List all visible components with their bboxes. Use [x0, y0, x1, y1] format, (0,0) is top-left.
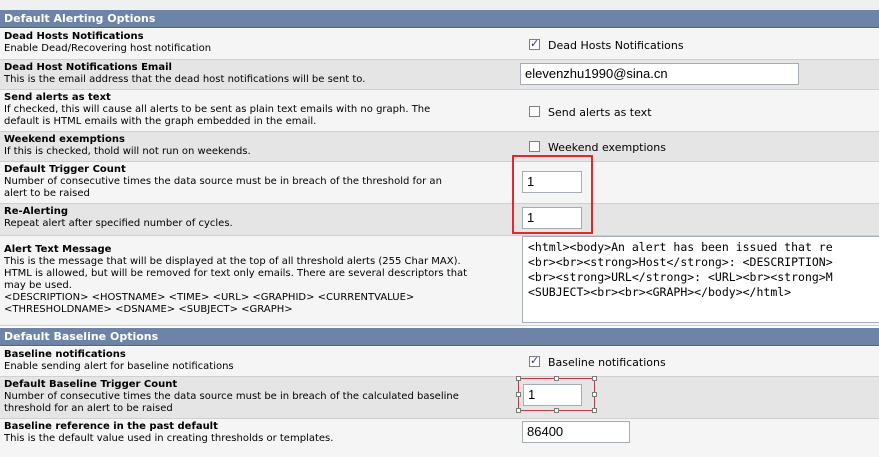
row-desc-line2: default is HTML emails with the graph em… — [4, 116, 317, 127]
baseline-notifications-checkbox-label[interactable]: Baseline notifications — [548, 356, 666, 369]
row-desc: Repeat alert after specified number of c… — [4, 218, 233, 229]
row-title: Dead Hosts Notifications — [4, 31, 144, 42]
baseline-reference-input[interactable]: 86400 — [522, 421, 630, 443]
textarea-line: <html><body>An alert has been issued tha… — [528, 240, 833, 254]
row-desc-line5: <THRESHOLDNAME> <DSNAME> <SUBJECT> <GRAP… — [4, 304, 293, 315]
row-weekend: Weekend exemptions If this is checked, t… — [0, 132, 879, 162]
send-text-checkbox-label[interactable]: Send alerts as text — [548, 106, 652, 119]
row-title: Default Baseline Trigger Count — [4, 379, 178, 390]
row-desc-line1: If checked, this will cause all alerts t… — [4, 104, 431, 115]
highlight-box — [512, 155, 593, 234]
dead-hosts-checkbox-label[interactable]: Dead Hosts Notifications — [548, 39, 684, 52]
row-desc-line2: HTML is allowed, but will be removed for… — [4, 268, 468, 279]
resize-handle[interactable] — [554, 408, 559, 413]
alert-text-textarea[interactable]: <html><body>An alert has been issued tha… — [522, 236, 879, 323]
resize-handle[interactable] — [516, 408, 521, 413]
row-desc: If this is checked, thold will not run o… — [4, 146, 251, 157]
row-send-text: Send alerts as text If checked, this wil… — [0, 90, 879, 132]
top-strip — [0, 0, 879, 10]
resize-handle[interactable] — [516, 392, 521, 397]
row-title: Baseline reference in the past default — [4, 421, 218, 432]
send-text-checkbox[interactable] — [529, 106, 540, 117]
row-realerting: Re-Alerting Repeat alert after specified… — [0, 204, 879, 236]
row-baseline-reference: Baseline reference in the past default T… — [0, 419, 879, 457]
row-desc: This is the default value used in creati… — [4, 433, 334, 444]
row-desc-line1: Number of consecutive times the data sou… — [4, 176, 442, 187]
row-desc-line2: threshold for an alert to be raised — [4, 403, 173, 414]
dead-hosts-checkbox[interactable] — [529, 37, 540, 50]
row-title: Baseline notifications — [4, 349, 126, 360]
row-desc-line3: may be used. — [4, 280, 72, 291]
dead-email-input[interactable]: elevenzhu1990@sina.cn — [520, 63, 799, 85]
row-title: Dead Host Notifications Email — [4, 62, 172, 73]
row-title: Default Trigger Count — [4, 164, 126, 175]
row-dead-hosts: Dead Hosts Notifications Enable Dead/Rec… — [0, 29, 879, 60]
resize-handle[interactable] — [592, 392, 597, 397]
row-dead-email: Dead Host Notifications Email This is th… — [0, 60, 879, 90]
selection-frame — [518, 378, 595, 411]
row-trigger-count: Default Trigger Count Number of consecut… — [0, 162, 879, 204]
row-desc-line4: <DESCRIPTION> <HOSTNAME> <TIME> <URL> <G… — [4, 292, 415, 303]
row-desc-line1: This is the message that will be display… — [4, 256, 461, 267]
row-desc: Enable Dead/Recovering host notification — [4, 43, 212, 54]
weekend-checkbox[interactable] — [529, 141, 540, 152]
row-baseline-trigger: Default Baseline Trigger Count Number of… — [0, 377, 879, 419]
textarea-line: <SUBJECT><br><br><GRAPH></body></html> — [528, 285, 792, 299]
resize-handle[interactable] — [592, 408, 597, 413]
row-baseline-notifications: Baseline notifications Enable sending al… — [0, 347, 879, 377]
row-desc-line1: Number of consecutive times the data sou… — [4, 391, 459, 402]
textarea-line: <br><br><strong>Host</strong>: <DESCRIPT… — [528, 255, 833, 269]
row-title: Send alerts as text — [4, 92, 111, 103]
resize-handle[interactable] — [592, 376, 597, 381]
row-title: Alert Text Message — [4, 244, 112, 255]
baseline-notifications-checkbox[interactable] — [529, 354, 540, 367]
row-desc: Enable sending alert for baseline notifi… — [4, 361, 234, 372]
row-desc: This is the email address that the dead … — [4, 74, 366, 85]
textarea-line: <br><strong>URL</strong>: <URL><br><stro… — [528, 270, 833, 284]
section-header-alerting: Default Alerting Options — [0, 10, 879, 28]
section-header-baseline: Default Baseline Options — [0, 328, 879, 346]
row-title: Weekend exemptions — [4, 134, 125, 145]
row-title: Re-Alerting — [4, 206, 68, 217]
resize-handle[interactable] — [516, 376, 521, 381]
row-desc-line2: alert to be raised — [4, 188, 90, 199]
weekend-checkbox-label[interactable]: Weekend exemptions — [548, 141, 666, 154]
resize-handle[interactable] — [554, 376, 559, 381]
